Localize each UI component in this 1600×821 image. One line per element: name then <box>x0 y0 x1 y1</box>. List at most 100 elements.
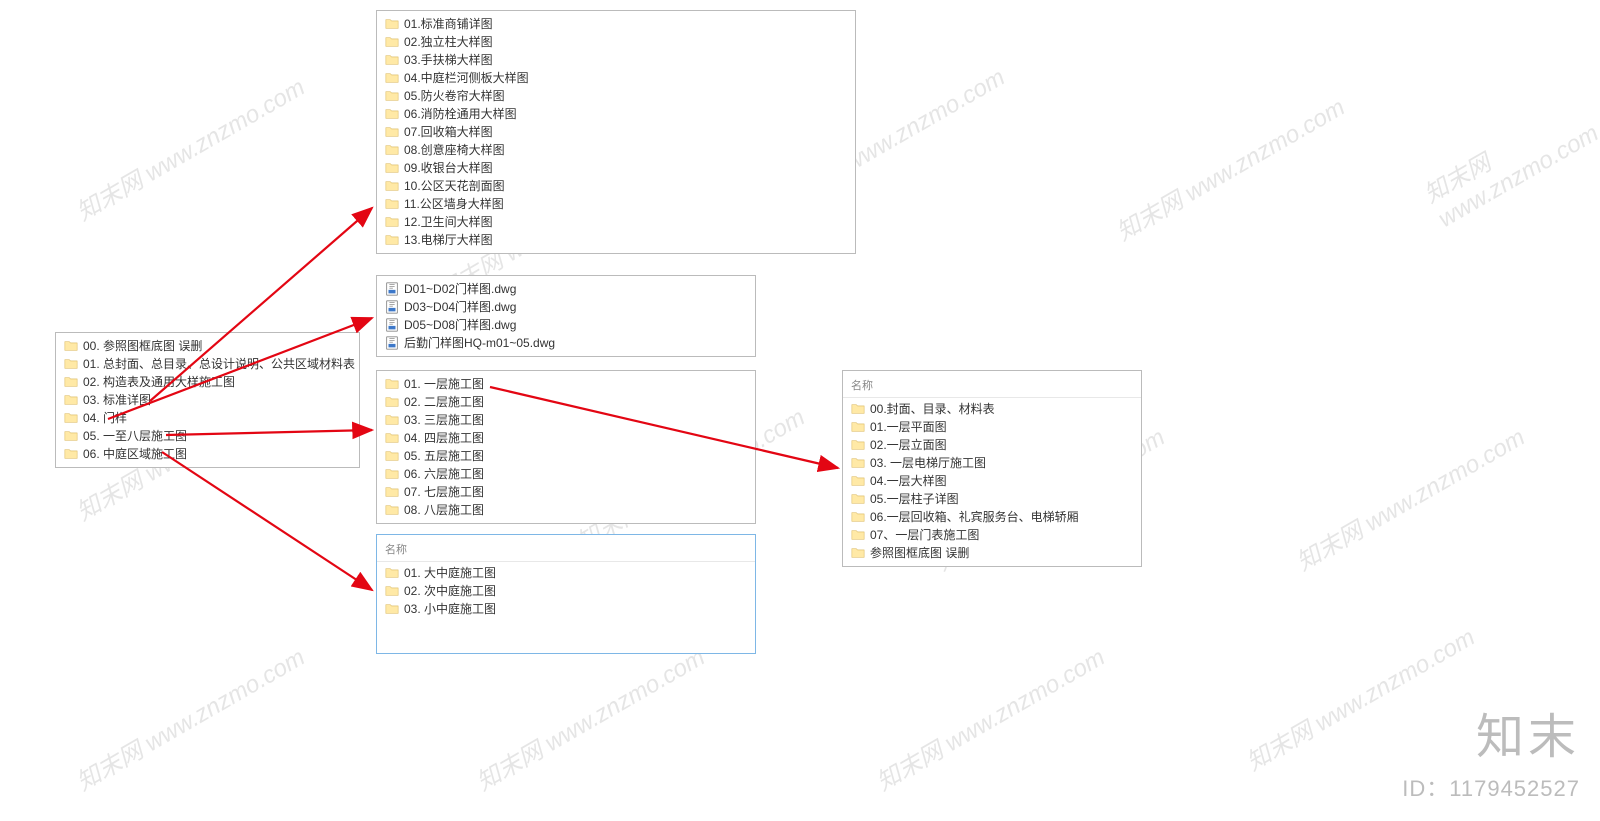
list-item[interactable]: 04.中庭栏河侧板大样图 <box>377 69 855 87</box>
folder-icon <box>851 510 865 524</box>
list-item[interactable]: 04. 四层施工图 <box>377 429 755 447</box>
list-item[interactable]: 01. 大中庭施工图 <box>377 564 755 582</box>
folder-icon <box>385 143 399 157</box>
folder-icon <box>385 413 399 427</box>
list-item[interactable]: 02. 构造表及通用大样施工图 <box>56 373 359 391</box>
list-item[interactable]: 参照图框底图 误删 <box>843 544 1141 562</box>
list-item[interactable]: 04. 门样 <box>56 409 359 427</box>
folder-icon <box>385 107 399 121</box>
list-item[interactable]: 03. 小中庭施工图 <box>377 600 755 618</box>
column-header-name[interactable]: 名称 <box>377 539 755 562</box>
item-label: 11.公区墙身大样图 <box>404 196 504 212</box>
item-label: 03. 一层电梯厅施工图 <box>870 455 986 471</box>
dwg-file-icon <box>385 336 399 350</box>
folder-icon <box>385 179 399 193</box>
item-label: D05~D08门样图.dwg <box>404 317 516 333</box>
list-item[interactable]: 04.一层大样图 <box>843 472 1141 490</box>
item-label: 02.一层立面图 <box>870 437 947 453</box>
item-label: 01.标准商铺详图 <box>404 16 493 32</box>
list-item[interactable]: 05. 五层施工图 <box>377 447 755 465</box>
list-item[interactable]: 后勤门样图HQ-m01~05.dwg <box>377 334 755 352</box>
watermark: 知末网 www.znzmo.com <box>1416 89 1600 234</box>
item-label: 04.一层大样图 <box>870 473 947 489</box>
list-item[interactable]: 05.一层柱子详图 <box>843 490 1141 508</box>
list-item[interactable]: 06. 六层施工图 <box>377 465 755 483</box>
item-label: 10.公区天花剖面图 <box>404 178 505 194</box>
folder-icon <box>851 528 865 542</box>
list-item[interactable]: 08.创意座椅大样图 <box>377 141 855 159</box>
arrow-atrium <box>162 452 372 590</box>
folder-icon <box>851 438 865 452</box>
list-item[interactable]: 02. 次中庭施工图 <box>377 582 755 600</box>
list-item[interactable]: 13.电梯厅大样图 <box>377 231 855 249</box>
dwg-file-icon <box>385 282 399 296</box>
list-item[interactable]: 03.手扶梯大样图 <box>377 51 855 69</box>
folder-icon <box>851 456 865 470</box>
list-item[interactable]: 02.一层立面图 <box>843 436 1141 454</box>
item-label: 01.一层平面图 <box>870 419 947 435</box>
panel-floors: 01. 一层施工图 02. 二层施工图 03. 三层施工图 04. 四层施工图 … <box>376 370 756 524</box>
list-item[interactable]: D01~D02门样图.dwg <box>377 280 755 298</box>
dwg-file-icon <box>385 318 399 332</box>
column-header-name[interactable]: 名称 <box>843 375 1141 398</box>
list-item[interactable]: 01.一层平面图 <box>843 418 1141 436</box>
item-label: 05.一层柱子详图 <box>870 491 959 507</box>
folder-icon <box>385 89 399 103</box>
list-item[interactable]: 10.公区天花剖面图 <box>377 177 855 195</box>
brand-id: ID：1179452527 <box>1402 771 1580 803</box>
folder-icon <box>385 161 399 175</box>
item-label: 参照图框底图 误删 <box>870 545 969 561</box>
folder-icon <box>385 17 399 31</box>
folder-icon <box>385 215 399 229</box>
folder-icon <box>851 546 865 560</box>
list-item[interactable]: 08. 八层施工图 <box>377 501 755 519</box>
panel-detail: 01.标准商铺详图 02.独立柱大样图 03.手扶梯大样图 04.中庭栏河侧板大… <box>376 10 856 254</box>
list-item[interactable]: 00. 参照图框底图 误删 <box>56 337 359 355</box>
list-item[interactable]: 01.标准商铺详图 <box>377 15 855 33</box>
list-item[interactable]: 06.消防栓通用大样图 <box>377 105 855 123</box>
folder-icon <box>851 474 865 488</box>
list-item[interactable]: 07. 七层施工图 <box>377 483 755 501</box>
list-item[interactable]: 00.封面、目录、材料表 <box>843 400 1141 418</box>
list-item[interactable]: 12.卫生间大样图 <box>377 213 855 231</box>
list-item[interactable]: 03. 标准详图 <box>56 391 359 409</box>
folder-icon <box>385 566 399 580</box>
folder-icon <box>385 233 399 247</box>
list-item[interactable]: 05. 一至八层施工图 <box>56 427 359 445</box>
list-item[interactable]: 03. 三层施工图 <box>377 411 755 429</box>
item-label: 02.独立柱大样图 <box>404 34 493 50</box>
list-item[interactable]: D05~D08门样图.dwg <box>377 316 755 334</box>
item-label: 00.封面、目录、材料表 <box>870 401 995 417</box>
list-item[interactable]: 07.回收箱大样图 <box>377 123 855 141</box>
list-item[interactable]: 11.公区墙身大样图 <box>377 195 855 213</box>
item-label: 07.回收箱大样图 <box>404 124 493 140</box>
list-item[interactable]: 06.一层回收箱、礼宾服务台、电梯轿厢 <box>843 508 1141 526</box>
watermark: 知末网 www.znzmo.com <box>69 68 311 228</box>
panel-root: 00. 参照图框底图 误删 01. 总封面、总目录、总设计说明、公共区域材料表 … <box>55 332 360 468</box>
watermark: 知末网 www.znzmo.com <box>1109 88 1351 248</box>
item-label: 08.创意座椅大样图 <box>404 142 505 158</box>
folder-icon <box>385 395 399 409</box>
item-label: D03~D04门样图.dwg <box>404 299 516 315</box>
watermark: 知末网 www.znzmo.com <box>869 638 1111 798</box>
list-item[interactable]: 05.防火卷帘大样图 <box>377 87 855 105</box>
list-item[interactable]: 06. 中庭区域施工图 <box>56 445 359 463</box>
list-item[interactable]: 03. 一层电梯厅施工图 <box>843 454 1141 472</box>
folder-icon <box>851 402 865 416</box>
item-label: 05. 一至八层施工图 <box>83 428 187 444</box>
list-item[interactable]: D03~D04门样图.dwg <box>377 298 755 316</box>
folder-icon <box>385 71 399 85</box>
item-label: 12.卫生间大样图 <box>404 214 493 230</box>
list-item[interactable]: 07、一层门表施工图 <box>843 526 1141 544</box>
watermark: 知末网 www.znzmo.com <box>469 638 711 798</box>
brand-watermark: 知末 ID：1179452527 <box>1402 697 1580 803</box>
dwg-file-icon <box>385 300 399 314</box>
list-item[interactable]: 09.收银台大样图 <box>377 159 855 177</box>
list-item[interactable]: 02.独立柱大样图 <box>377 33 855 51</box>
folder-icon <box>851 492 865 506</box>
list-item[interactable]: 01. 一层施工图 <box>377 375 755 393</box>
folder-icon <box>64 429 78 443</box>
list-item[interactable]: 02. 二层施工图 <box>377 393 755 411</box>
item-label: 03. 标准详图 <box>83 392 151 408</box>
list-item[interactable]: 01. 总封面、总目录、总设计说明、公共区域材料表 <box>56 355 359 373</box>
